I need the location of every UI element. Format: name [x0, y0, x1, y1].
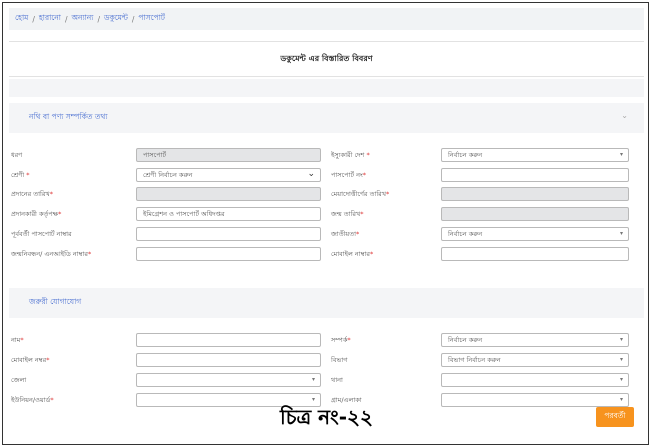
emergency-section-header: জরুরী যোগাযোগ	[9, 288, 644, 318]
village-select[interactable]: ▾	[441, 393, 629, 407]
form-row: জেলা ▾ থানা ▾	[9, 373, 644, 387]
chevron-down-icon: ⌄	[307, 169, 315, 179]
breadcrumb-document[interactable]: ডকুমেন্ট	[104, 13, 128, 25]
emergency-section-title: জরুরী যোগাযোগ	[29, 297, 82, 306]
form-row: জন্মনিবন্ধন/ এনআইডি নাম্বার* মোবাইল নাম্…	[9, 247, 644, 261]
breadcrumb-separator: /	[131, 14, 135, 24]
page-frame: হোম / হারানো / অন্যান্য / ডকুমেন্ট / পাস…	[2, 2, 649, 445]
chevron-down-icon: ▾	[311, 396, 315, 403]
passport-no-label: পাসপোর্ট নং*	[331, 171, 367, 179]
thana-select[interactable]: ▾	[441, 373, 629, 387]
nid-label: জন্মনিবন্ধন/ এনআইডি নাম্বার*	[11, 250, 92, 258]
breadcrumb-lost[interactable]: হারানো	[39, 13, 61, 25]
mobile-label: মোবাইল নাম্বার*	[331, 250, 374, 258]
figure-caption: চিত্র নং-২২	[280, 405, 374, 429]
emergency-mobile-input[interactable]	[136, 353, 321, 367]
form-row: মোবাইল নম্বর* বিভাগ বিভাগ নির্বাচন করুন ▾	[9, 353, 644, 367]
chevron-down-icon[interactable]: ⌄	[621, 111, 628, 120]
division-select[interactable]: বিভাগ নির্বাচন করুন ▾	[441, 353, 629, 367]
dob-field	[441, 207, 629, 221]
form-row: শ্রেণী * শ্রেণী নির্বাচন করুন ⌄ পাসপোর্ট …	[9, 168, 644, 182]
district-label: জেলা	[11, 376, 27, 384]
country-label: ইস্যুকারী দেশ *	[331, 151, 370, 159]
prev-passport-label: পূর্ববর্তী পাসপোর্ট নাম্বার	[11, 230, 72, 238]
issue-date-label: প্রদানের তারিখ*	[11, 190, 54, 198]
chevron-down-icon: ▾	[619, 230, 623, 237]
breadcrumb-separator: /	[64, 14, 68, 24]
name-input[interactable]	[136, 333, 321, 347]
nid-input[interactable]	[136, 247, 321, 261]
form-row: পূর্ববর্তী পাসপোর্ট নাম্বার জাতীয়তা* নি…	[9, 227, 644, 241]
relation-select[interactable]: নির্বাচন করুন ▾	[441, 333, 629, 347]
doc-section-title: নথি বা পণ্য সম্পর্কিত তথ্য	[29, 112, 108, 121]
page-title: ডকুমেন্ট এর বিস্তারিত বিবরণ	[9, 41, 644, 77]
chevron-down-icon: ▾	[619, 151, 623, 158]
breadcrumb-current: পাসপোর্ট	[138, 13, 165, 22]
chevron-down-icon: ▾	[311, 376, 315, 383]
chevron-down-icon: ▾	[619, 376, 623, 383]
form-row: নাম* সম্পর্ক* নির্বাচন করুন ▾	[9, 333, 644, 347]
next-button[interactable]: পরবর্তী	[596, 407, 634, 427]
chevron-down-icon: ▾	[619, 336, 623, 343]
form-row: ধরণ পাসপোর্ট ইস্যুকারী দেশ * নির্বাচন কর…	[9, 148, 644, 162]
breadcrumb-other[interactable]: অন্যান্য	[71, 13, 93, 25]
chevron-down-icon: ▾	[619, 396, 623, 403]
authority-input[interactable]: ইমিগ্রেশন ও পাসপোর্ট অধিদপ্তর	[136, 207, 321, 221]
expiry-date-label: মেয়াদোত্তীর্ণের তারিখ*	[331, 190, 390, 198]
breadcrumb-separator: /	[32, 14, 35, 24]
breadcrumb-home[interactable]: হোম	[15, 13, 28, 25]
authority-label: প্রদানকারী কর্তৃপক্ষ*	[11, 210, 62, 218]
type-label: ধরণ	[11, 151, 23, 159]
class-select[interactable]: শ্রেণী নির্বাচন করুন ⌄	[136, 168, 321, 182]
dob-label: জন্ম তারিখ*	[331, 210, 364, 218]
mobile-input[interactable]	[441, 247, 629, 261]
division-label: বিভাগ	[331, 356, 348, 364]
class-label: শ্রেণী *	[11, 171, 30, 179]
emergency-mobile-label: মোবাইল নম্বর*	[11, 356, 50, 364]
chevron-down-icon: ▾	[619, 356, 623, 363]
country-select[interactable]: নির্বাচন করুন ▾	[441, 148, 629, 162]
spacer-bar	[9, 79, 644, 97]
doc-section-header[interactable]: নথি বা পণ্য সম্পর্কিত তথ্য ⌄	[9, 103, 644, 133]
thana-label: থানা	[331, 376, 343, 384]
name-label: নাম*	[11, 336, 24, 344]
breadcrumb-separator: /	[97, 14, 100, 24]
nationality-label: জাতীয়তা*	[331, 230, 360, 238]
district-select[interactable]: ▾	[136, 373, 321, 387]
prev-passport-input[interactable]	[136, 227, 321, 241]
union-label: ইউনিয়ন/ওয়ার্ড*	[11, 396, 54, 404]
expiry-date-field	[441, 187, 629, 201]
nationality-select[interactable]: নির্বাচন করুন ▾	[441, 227, 629, 241]
relation-label: সম্পর্ক*	[331, 336, 351, 344]
form-row: প্রদানকারী কর্তৃপক্ষ* ইমিগ্রেশন ও পাসপোর…	[9, 207, 644, 221]
type-field: পাসপোর্ট	[136, 148, 321, 162]
breadcrumb: হোম / হারানো / অন্যান্য / ডকুমেন্ট / পাস…	[9, 8, 644, 30]
form-row: প্রদানের তারিখ* মেয়াদোত্তীর্ণের তারিখ*	[9, 187, 644, 201]
passport-no-input[interactable]	[441, 168, 629, 182]
issue-date-field	[136, 187, 321, 201]
